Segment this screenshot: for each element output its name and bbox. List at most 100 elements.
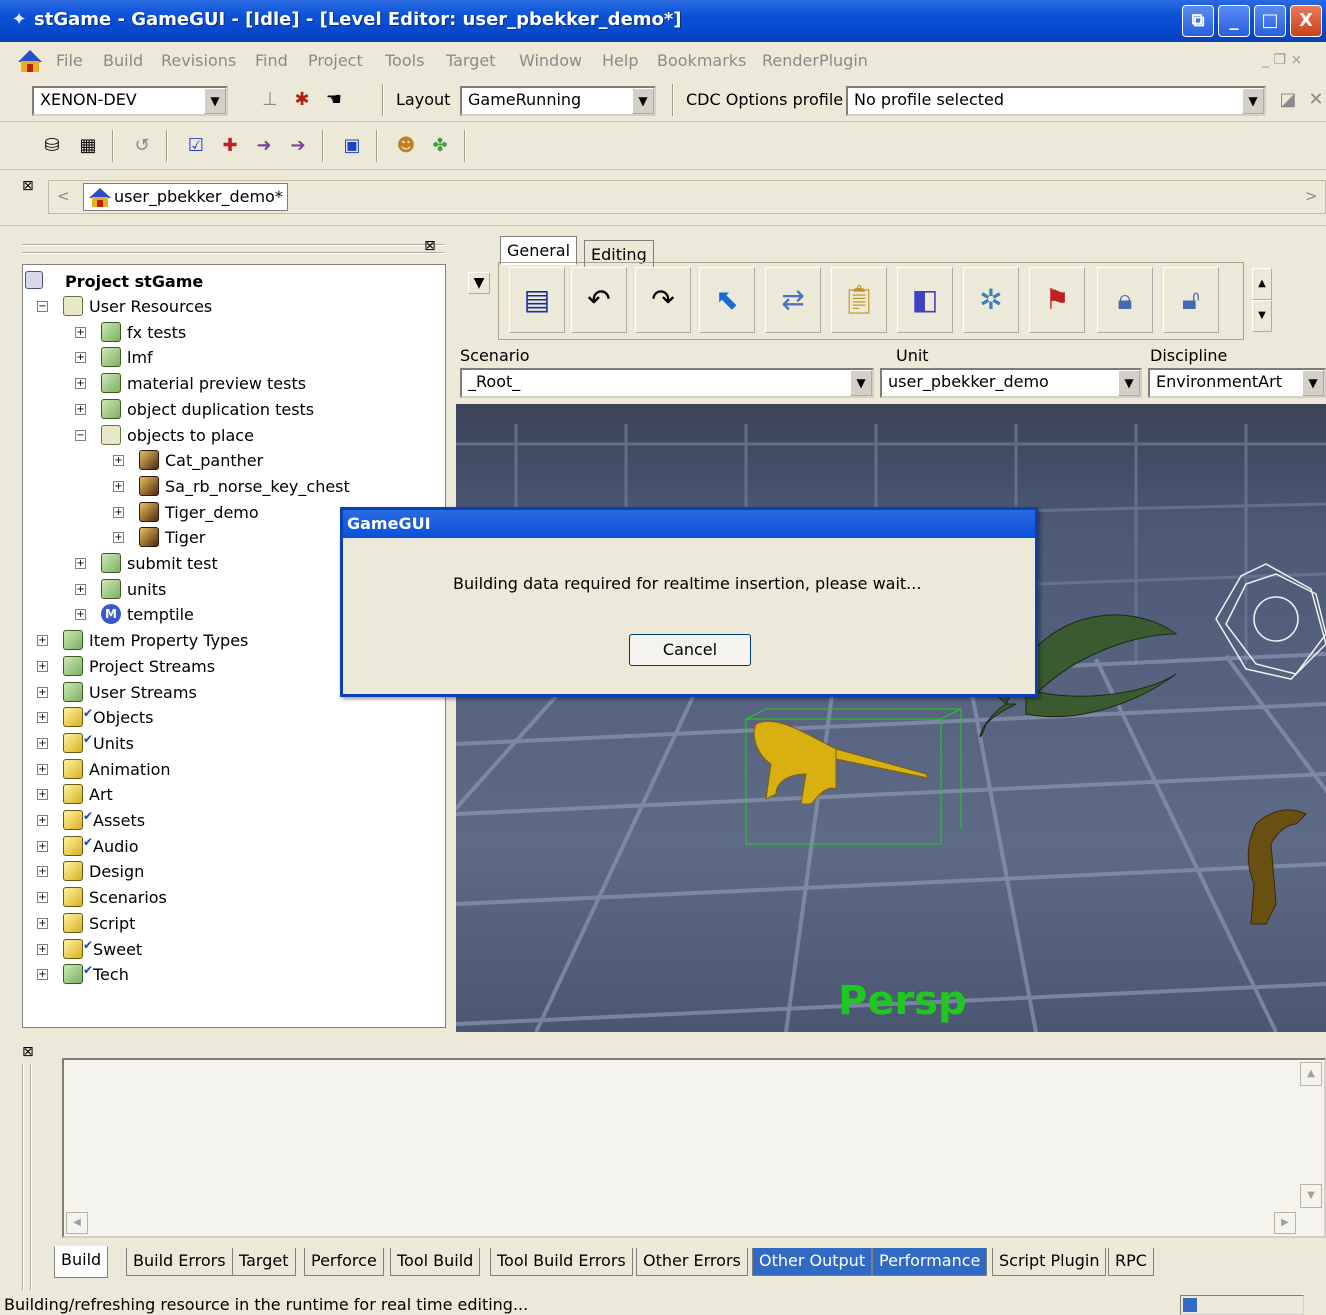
undo-gray-icon[interactable]: ↺ [130, 134, 154, 158]
gear-tools-icon[interactable]: ✲ [963, 267, 1019, 333]
scenario-combo[interactable]: _Root_ ▼ [460, 368, 874, 398]
output-tab-performance[interactable]: Performance [872, 1248, 988, 1276]
output-tab-other-errors[interactable]: Other Errors [636, 1248, 748, 1276]
scroll-down-button[interactable]: ▼ [1252, 300, 1272, 332]
expand-icon[interactable]: + [37, 712, 48, 724]
edit-profile-icon[interactable]: ◪ [1276, 88, 1300, 112]
layout-combo[interactable]: GameRunning ▼ [460, 86, 656, 116]
scroll-up-button[interactable]: ▲ [1252, 268, 1272, 300]
collapse-icon[interactable]: − [37, 301, 48, 312]
expand-icon[interactable]: + [113, 506, 124, 518]
transfer-icon[interactable]: ⇄ [765, 267, 821, 333]
expand-icon[interactable]: + [37, 892, 48, 904]
tree-item[interactable]: − objects to place [23, 423, 443, 448]
collapse-icon[interactable]: − [75, 429, 86, 441]
output-tab-other-output[interactable]: Other Output [752, 1248, 873, 1276]
menu-window[interactable]: Window [519, 51, 582, 70]
expand-icon[interactable]: + [37, 866, 48, 878]
cdc-profile-combo[interactable]: No profile selected ▼ [846, 86, 1266, 116]
output-tab-tool-build[interactable]: Tool Build [390, 1248, 481, 1276]
nav-left-button[interactable]: < [57, 187, 70, 205]
expand-icon[interactable]: + [113, 532, 124, 544]
unit-combo[interactable]: user_pbekker_demo ▼ [880, 368, 1142, 398]
output-scroll-left[interactable]: ◀ [66, 1212, 88, 1234]
chevron-down-icon[interactable]: ▼ [204, 88, 226, 114]
menu-help[interactable]: Help [602, 51, 638, 70]
tree-item[interactable]: + ✔ Tech [23, 962, 443, 987]
mdi-controls[interactable]: _ ❐ × [1262, 52, 1302, 68]
output-console[interactable]: ▲ ▼ ◀ ▶ [62, 1058, 1326, 1238]
menu-revisions[interactable]: Revisions [161, 51, 236, 70]
expand-icon[interactable]: + [113, 455, 124, 467]
tree-item[interactable]: + Design [23, 859, 443, 884]
puzzle-icon[interactable]: ✤ [428, 134, 452, 158]
menu-bookmarks[interactable]: Bookmarks [657, 51, 746, 70]
menu-find[interactable]: Find [255, 51, 288, 70]
clipboard-icon[interactable]: 📋︎ [831, 267, 887, 333]
tree-item[interactable]: + ✔ Units [23, 731, 443, 756]
chevron-down-icon[interactable]: ▼ [1302, 370, 1324, 396]
undo-icon[interactable]: ↶ [571, 267, 627, 333]
tree-item[interactable]: + object duplication tests [23, 397, 443, 422]
hand-icon[interactable]: ☚ [322, 88, 346, 112]
output-tab-build-errors[interactable]: Build Errors [126, 1248, 233, 1276]
expand-icon[interactable]: + [37, 686, 48, 698]
expand-icon[interactable]: + [37, 737, 48, 749]
move-doc-icon[interactable]: ➜ [252, 134, 276, 158]
chevron-down-icon[interactable]: ▼ [1242, 88, 1264, 114]
output-tab-rpc[interactable]: RPC [1108, 1248, 1154, 1276]
close-button[interactable]: X [1290, 5, 1322, 37]
close-output-pane-icon[interactable]: ⊠ [22, 1044, 34, 1060]
3d-viewport[interactable]: Persp [456, 404, 1326, 1032]
tree-item[interactable]: + ✔ Audio [23, 834, 443, 859]
pin-icon[interactable]: ⊥ [258, 88, 282, 112]
redo-icon[interactable]: ↷ [635, 267, 691, 333]
expand-icon[interactable]: + [75, 326, 86, 338]
expand-icon[interactable]: + [113, 480, 124, 492]
copy-doc-icon[interactable]: ➔ [286, 134, 310, 158]
cancel-button[interactable]: Cancel [629, 634, 751, 666]
output-tab-build[interactable]: Build [54, 1246, 109, 1278]
output-scroll-right[interactable]: ▶ [1274, 1212, 1296, 1234]
expand-icon[interactable]: + [75, 609, 86, 621]
tree-item[interactable]: − User Resources [23, 294, 443, 319]
chevron-down-icon[interactable]: ▼ [1118, 370, 1140, 396]
tree-item[interactable]: + Cat_panther [23, 448, 443, 473]
tree-item[interactable]: + Scenarios [23, 885, 443, 910]
target-combo[interactable]: XENON-DEV ▼ [32, 86, 228, 116]
nav-right-button[interactable]: > [1305, 187, 1318, 205]
save-icon[interactable]: ▤ [509, 267, 565, 333]
pin-flag-icon[interactable]: ⚑ [1029, 267, 1085, 333]
expand-icon[interactable]: + [37, 763, 48, 775]
output-tab-script-plugin[interactable]: Script Plugin [992, 1248, 1107, 1276]
expand-icon[interactable]: + [37, 969, 48, 981]
doc-tab-user-pbekker-demo[interactable]: user_pbekker_demo* [83, 183, 288, 211]
expand-icon[interactable]: + [37, 917, 48, 929]
restore-button[interactable]: ⧉ [1182, 5, 1214, 37]
output-scroll-down[interactable]: ▼ [1300, 1184, 1322, 1208]
tree-item[interactable]: + Animation [23, 757, 443, 782]
unlock-group-icon[interactable]: 🔓︎ [1163, 267, 1219, 333]
stack-icon[interactable]: ⛁ [40, 134, 64, 158]
chevron-down-icon[interactable]: ▼ [632, 88, 654, 114]
output-pane-gripper[interactable] [22, 1064, 32, 1290]
calendar-icon[interactable]: ▦ [76, 134, 100, 158]
checklist-icon[interactable]: ☑ [184, 134, 208, 158]
output-tab-perforce[interactable]: Perforce [304, 1248, 384, 1276]
tree-item[interactable]: + lmf [23, 345, 443, 370]
expand-icon[interactable]: + [37, 789, 48, 801]
house-logo-icon[interactable] [16, 48, 44, 74]
editor-toolbar-dropdown[interactable]: ▼ [468, 272, 490, 294]
tree-item[interactable]: + Sa_rb_norse_key_chest [23, 474, 443, 499]
output-tab-target[interactable]: Target [232, 1248, 296, 1276]
select-tool-icon[interactable]: ⬉ [699, 267, 755, 333]
expand-icon[interactable]: + [37, 840, 48, 852]
expand-icon[interactable]: + [75, 583, 86, 595]
expand-icon[interactable]: + [75, 558, 86, 569]
expand-icon[interactable]: + [75, 352, 86, 364]
tree-pane-gripper[interactable] [22, 244, 444, 254]
menu-build[interactable]: Build [103, 51, 143, 70]
expand-icon[interactable]: + [37, 660, 48, 672]
menu-target[interactable]: Target [446, 51, 496, 70]
minimize-button[interactable]: _ [1218, 5, 1250, 37]
